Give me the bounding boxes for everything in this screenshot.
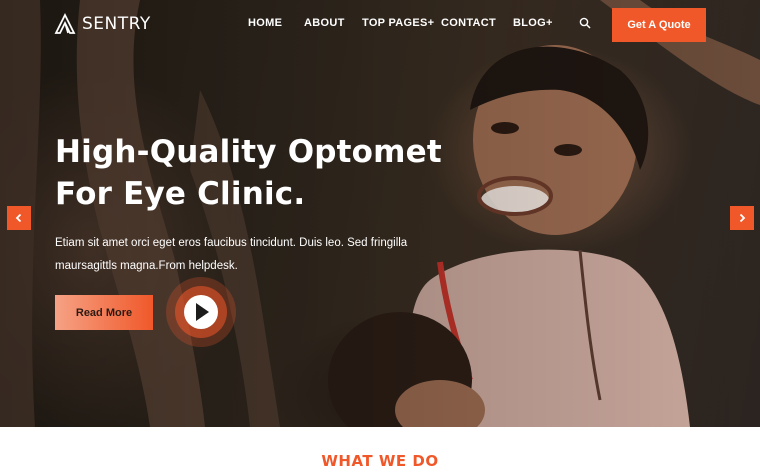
search-icon[interactable] (579, 16, 591, 34)
play-icon (166, 277, 236, 347)
play-video-button[interactable] (165, 276, 237, 348)
logo-icon (54, 13, 76, 34)
nav-item-blog[interactable]: BLOG+ (513, 17, 553, 29)
hero-headline: High-Quality Optomet For Eye Clinic. (55, 131, 475, 215)
slider-next-button[interactable] (730, 206, 754, 230)
slider-prev-button[interactable] (7, 206, 31, 230)
nav-item-about[interactable]: ABOUT (304, 17, 345, 29)
hero-banner: SENTRY HOME ABOUT TOP PAGES+ CONTACT BLO… (0, 0, 760, 427)
section-title-what-we-do: WHAT WE DO (321, 452, 439, 470)
nav-item-top-pages[interactable]: TOP PAGES+ (362, 17, 434, 29)
site-logo[interactable]: SENTRY (54, 13, 151, 35)
nav-item-home[interactable]: HOME (248, 17, 282, 29)
hero-description: Etiam sit amet orci eget eros faucibus t… (55, 232, 415, 278)
chevron-right-icon (739, 213, 746, 223)
get-a-quote-button[interactable]: Get A Quote (612, 8, 706, 42)
chevron-left-icon (15, 213, 22, 223)
hero-description-line-1: Etiam sit amet orci eget eros faucibus t… (55, 237, 408, 249)
hero-headline-line-1: High-Quality Optomet (55, 134, 442, 170)
nav-item-contact[interactable]: CONTACT (441, 17, 496, 29)
hero-headline-line-2: For Eye Clinic. (55, 176, 306, 212)
read-more-button[interactable]: Read More (55, 295, 153, 330)
logo-text: SENTRY (82, 14, 151, 34)
hero-description-line-2: maursagittls magna.From helpdesk. (55, 260, 238, 272)
